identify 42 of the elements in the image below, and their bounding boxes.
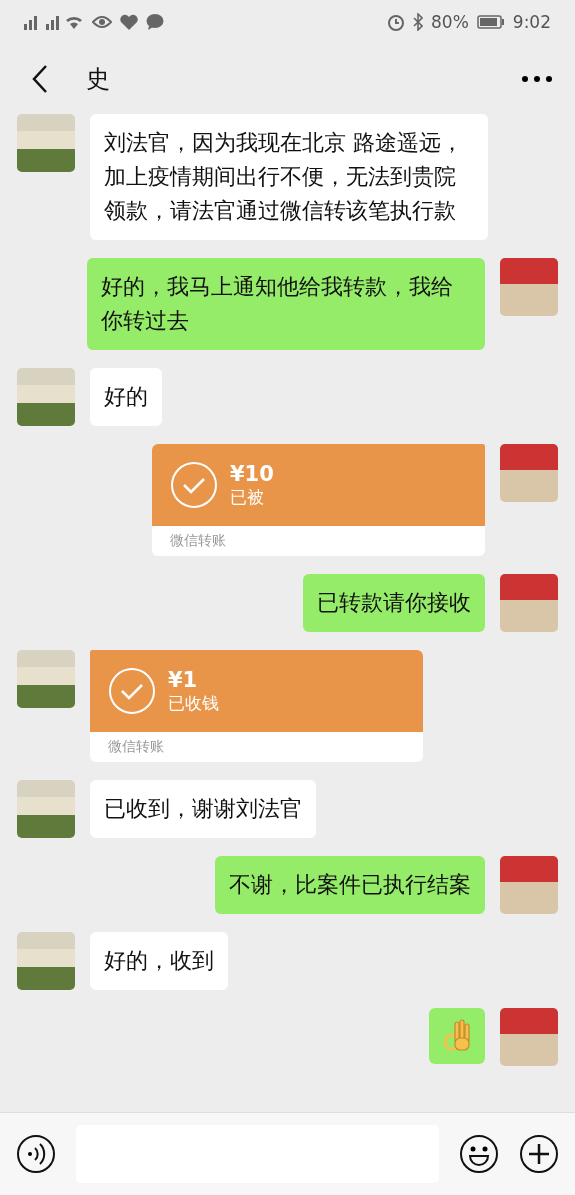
message-bubble: 好的，我马上通知他给我转款，我给你转过去	[87, 258, 485, 350]
avatar-photo[interactable]	[500, 574, 558, 632]
bluetooth-icon	[413, 13, 423, 31]
battery-icon	[476, 15, 505, 29]
add-button[interactable]	[519, 1134, 559, 1174]
transfer-amount: ¥1	[168, 667, 199, 692]
avatar-photo[interactable]	[17, 368, 75, 426]
signal-icon	[24, 14, 84, 30]
avatar-photo[interactable]	[17, 114, 75, 172]
transfer-amount: ¥10	[230, 461, 274, 486]
transfer-label: 微信转账	[107, 737, 165, 756]
avatar-photo[interactable]	[500, 856, 558, 914]
alarm-icon	[387, 13, 405, 31]
chat-title: 史	[86, 64, 111, 95]
ok-hand-icon	[443, 1018, 471, 1054]
heart-icon	[120, 14, 138, 30]
check-circle-icon	[108, 667, 156, 715]
avatar-photo[interactable]	[17, 780, 75, 838]
transfer-card[interactable]: ¥1 已收钱 微信转账	[90, 650, 423, 762]
avatar-photo[interactable]	[500, 444, 558, 502]
avatar-photo[interactable]	[17, 650, 75, 708]
avatar-photo[interactable]	[500, 258, 558, 316]
message-bubble: 好的	[90, 368, 162, 426]
transfer-status: 已收钱	[168, 691, 219, 715]
transfer-card[interactable]: ¥10 已被 微信转账	[152, 444, 485, 556]
message-bubble: 刘法官，因为我现在北京 路途遥远，加上疫情期间出行不便，无法到贵院领款，请法官通过微信转该笔执行款	[90, 114, 488, 240]
voice-button[interactable]	[16, 1134, 56, 1174]
check-circle-icon	[170, 461, 218, 509]
more-dots-icon	[522, 76, 552, 82]
avatar-photo[interactable]	[500, 1008, 558, 1066]
battery-percent: 80%	[431, 12, 469, 32]
transfer-label: 微信转账	[169, 531, 227, 550]
chat-icon	[146, 14, 164, 30]
message-bubble: 已转款请你接收	[303, 574, 485, 632]
message-bubble: 好的，收到	[90, 932, 228, 990]
status-time: 9:02	[512, 12, 551, 32]
eye-icon	[92, 15, 112, 29]
emoji-button[interactable]	[459, 1134, 499, 1174]
message-bubble: 已收到，谢谢刘法官	[90, 780, 316, 838]
message-bubble: 不谢，比案件已执行结案	[215, 856, 485, 914]
transfer-status: 已被	[230, 485, 265, 509]
avatar-photo[interactable]	[17, 932, 75, 990]
